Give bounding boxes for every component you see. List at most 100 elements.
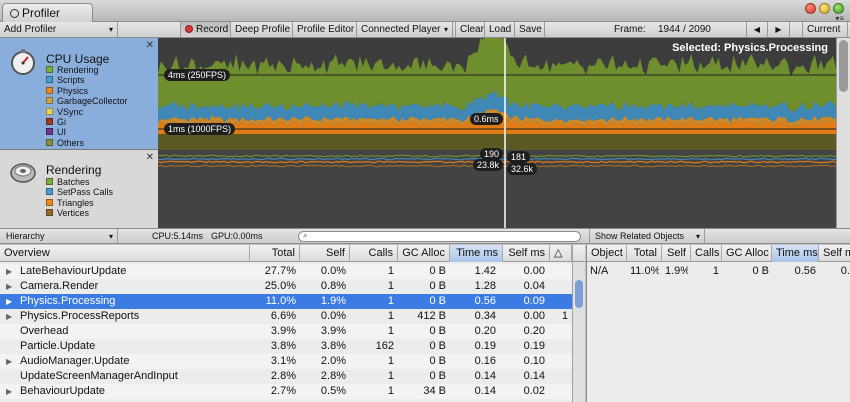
hierarchy-column-header[interactable]: Self ms — [503, 245, 550, 262]
rendering-legend: Batches SetPass Calls Triangles Vertices — [46, 177, 113, 219]
profiler-tab-label: Profiler — [22, 6, 61, 20]
minimize-window-button[interactable] — [819, 3, 830, 14]
objects-column-header[interactable]: Self — [662, 245, 691, 262]
hierarchy-column-header[interactable]: Time ms — [450, 245, 503, 262]
expand-arrow-icon[interactable]: ▶ — [6, 354, 12, 369]
close-cpu-area-icon[interactable]: ✕ — [146, 40, 154, 51]
hierarchy-cell-extra — [550, 324, 568, 339]
rendering-legend-swatch — [46, 209, 53, 217]
rendering-legend-swatch — [46, 198, 53, 206]
cpu-rendering-chart[interactable] — [158, 38, 836, 228]
graph-scrollbar[interactable] — [836, 38, 850, 228]
hierarchy-cell-selfms: 0.02 — [523, 385, 545, 397]
hierarchy-column-header[interactable]: Calls — [350, 245, 398, 262]
objects-cell-total: 11.0% — [630, 265, 659, 277]
window-controls — [805, 3, 844, 14]
profile-editor-button[interactable]: Profile Editor — [293, 22, 357, 37]
expand-arrow-icon[interactable]: ▶ — [6, 309, 12, 324]
hierarchy-row[interactable]: ▶ LateBehaviourUpdate 27.7% 0.0% 1 0 B 1.42 0.0… — [0, 264, 572, 279]
hierarchy-row[interactable]: Overhead 3.9% 3.9% 1 0 B 0.20 0.20 — [0, 324, 572, 339]
hierarchy-column-header[interactable]: Total — [250, 245, 300, 262]
connected-player-dropdown[interactable]: Connected Player — [357, 22, 453, 37]
close-window-button[interactable] — [805, 3, 816, 14]
close-rendering-area-icon[interactable]: ✕ — [146, 152, 154, 163]
objects-column-header[interactable]: Object — [587, 245, 627, 262]
profiler-graphs[interactable]: Selected: Physics.Processing 4ms (250FPS… — [158, 38, 836, 228]
cpu-legend-item[interactable]: Scripts — [46, 75, 128, 85]
cpu-legend-item[interactable]: UI — [46, 127, 128, 137]
hierarchy-cell-gc: 0 B — [429, 265, 446, 277]
cpu-usage-title: CPU Usage — [46, 52, 110, 66]
hierarchy-cell-total: 2.8% — [270, 370, 296, 382]
objects-cell-time: 0.56 — [794, 265, 816, 277]
expand-arrow-icon[interactable]: ▶ — [6, 384, 12, 399]
profile-editor-label: Profile Editor — [297, 24, 355, 35]
next-frame-button[interactable]: ▶ — [768, 22, 790, 37]
cpu-legend-item[interactable]: GarbageCollector — [46, 96, 128, 106]
selected-sample-label: Selected: Physics.Processing — [672, 42, 828, 54]
hierarchy-cell-name: Overhead — [20, 325, 69, 337]
hierarchy-scrollbar[interactable] — [572, 262, 585, 402]
clear-button[interactable]: Clear — [455, 22, 485, 37]
view-mode-dropdown[interactable]: Hierarchy — [0, 229, 118, 244]
hierarchy-row[interactable]: ▶ Physics.Processing 11.0% 1.9% 1 0 B 0.56 0.09 — [0, 294, 572, 309]
hierarchy-column-header[interactable]: Overview — [0, 245, 250, 262]
hierarchy-cell-total: 27.7% — [264, 265, 296, 277]
objects-row[interactable]: N/A 11.0% 1.9% 1 0 B 0.56 0.0 — [587, 264, 850, 279]
hierarchy-cell-self: 0.5% — [320, 385, 346, 397]
hierarchy-row[interactable]: UpdateScreenManagerAndInput 2.8% 2.8% 1 0 B 0… — [0, 369, 572, 384]
cpu-usage-area[interactable]: CPU Usage ✕ Rendering Scripts Physics Garba… — [0, 38, 158, 150]
rendering-legend-swatch — [46, 178, 53, 185]
cursor-cpu-value: 0.6ms — [470, 113, 503, 125]
rendering-legend-item[interactable]: Batches — [46, 177, 113, 187]
save-button[interactable]: Save — [515, 22, 545, 37]
prev-frame-button[interactable]: ◀ — [746, 22, 768, 37]
objects-column-header[interactable]: Time ms — [772, 245, 819, 262]
hierarchy-row[interactable]: ▶ AudioManager.Update 3.1% 2.0% 1 0 B 0.16 0.10 — [0, 354, 572, 369]
show-related-objects-dropdown[interactable]: Show Related Objects — [589, 229, 705, 244]
hierarchy-column-header[interactable]: △ — [550, 245, 572, 262]
hierarchy-row[interactable]: ▶ Physics.ProcessReports 6.6% 0.0% 1 412 B 0.3… — [0, 309, 572, 324]
hierarchy-cell-total: 3.9% — [270, 325, 296, 337]
hierarchy-row[interactable]: ▶ BehaviourUpdate 2.7% 0.5% 1 34 B 0.14 0.02 — [0, 384, 572, 399]
cpu-legend-item[interactable]: Rendering — [46, 65, 128, 75]
hierarchy-cell-self: 0.8% — [320, 280, 346, 292]
hierarchy-scrollbar-thumb[interactable] — [575, 280, 583, 308]
deep-profile-button[interactable]: Deep Profile — [231, 22, 293, 37]
hierarchy-cell-calls: 1 — [387, 325, 394, 337]
expand-arrow-icon[interactable]: ▶ — [6, 294, 12, 309]
objects-cell-selfms: 0.0 — [840, 265, 850, 277]
hierarchy-row[interactable]: ▶ Camera.Render 25.0% 0.8% 1 0 B 1.28 0.04 — [0, 279, 572, 294]
hierarchy-cell-time: 0.20 — [474, 325, 496, 337]
objects-column-header[interactable]: Self m — [819, 245, 850, 262]
cpu-legend-item[interactable]: VSync — [46, 107, 128, 117]
record-button[interactable]: Record — [180, 22, 231, 37]
load-button[interactable]: Load — [485, 22, 515, 37]
cpu-legend-item[interactable]: Gi — [46, 117, 128, 127]
objects-column-header[interactable]: GC Alloc — [722, 245, 772, 262]
objects-column-header[interactable]: Calls — [691, 245, 722, 262]
hierarchy-column-header[interactable]: GC Alloc — [398, 245, 450, 262]
hierarchy-column-header[interactable]: Self — [300, 245, 350, 262]
hierarchy-cell-extra — [550, 369, 568, 384]
expand-arrow-icon[interactable]: ▶ — [6, 264, 12, 279]
current-frame-button[interactable]: Current — [802, 22, 848, 37]
search-input[interactable]: ⌕ — [298, 231, 581, 242]
objects-column-header[interactable]: Total — [627, 245, 662, 262]
add-profiler-dropdown[interactable]: Add Profiler — [0, 22, 118, 37]
view-mode-label: Hierarchy — [6, 231, 45, 241]
rendering-title: Rendering — [46, 163, 102, 177]
maximize-window-button[interactable] — [833, 3, 844, 14]
rendering-legend-item[interactable]: Vertices — [46, 208, 113, 218]
cpu-legend-item[interactable]: Others — [46, 138, 128, 148]
rendering-legend-item[interactable]: Triangles — [46, 198, 113, 208]
cpu-legend-item[interactable]: Physics — [46, 86, 128, 96]
graph-scrollbar-thumb[interactable] — [839, 40, 848, 92]
rendering-legend-item[interactable]: SetPass Calls — [46, 187, 113, 197]
hierarchy-cell-name: Particle.Update — [20, 340, 96, 352]
hierarchy-row[interactable]: Particle.Update 3.8% 3.8% 162 0 B 0.19 0.19 — [0, 339, 572, 354]
profiler-tab[interactable]: Profiler — [2, 3, 93, 22]
rendering-area[interactable]: Rendering ✕ Batches SetPass Calls Triangle… — [0, 150, 158, 228]
expand-arrow-icon[interactable]: ▶ — [6, 279, 12, 294]
cpu-legend-swatch — [46, 97, 53, 105]
